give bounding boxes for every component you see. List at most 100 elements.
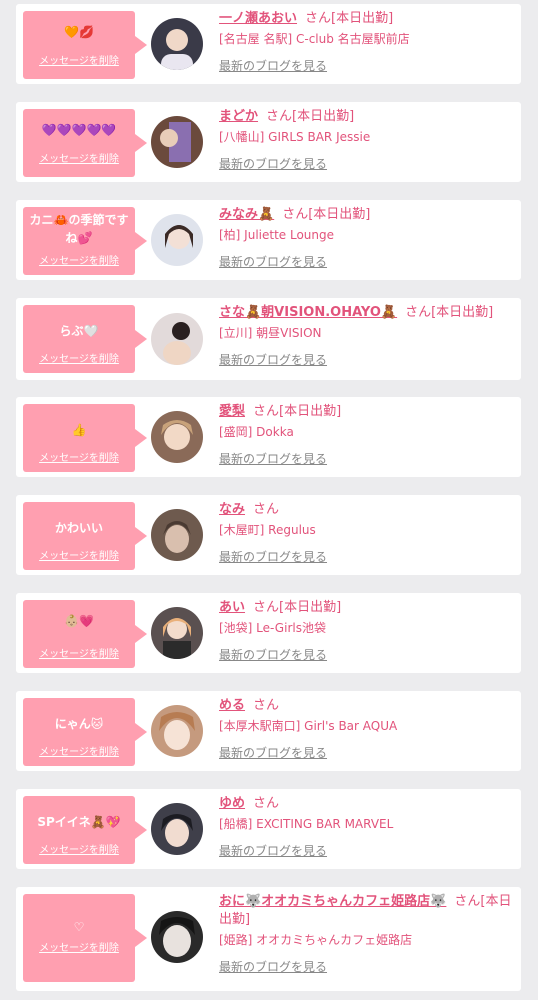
girl-name-link[interactable]: 一ノ瀬あおい xyxy=(219,11,297,26)
message-text: ♡ xyxy=(73,920,85,934)
avatar[interactable] xyxy=(151,411,203,463)
honorific: さん xyxy=(305,11,332,26)
avatar-image xyxy=(151,18,203,70)
avatar-image xyxy=(151,116,203,168)
item-info: あい さん[本日出勤] [池袋] Le-Girls池袋 最新のブログを見る xyxy=(219,599,513,664)
delete-message-link[interactable]: メッセージを削除 xyxy=(23,52,135,67)
girl-name-link[interactable]: ゆめ xyxy=(219,796,245,811)
avatar[interactable] xyxy=(151,214,203,266)
shop-name: [八幡山] GIRLS BAR Jessie xyxy=(219,130,371,144)
girl-name-link[interactable]: あい xyxy=(219,600,245,615)
avatar[interactable] xyxy=(151,911,203,963)
message-bubble: かわいい メッセージを削除 xyxy=(23,502,147,570)
avatar[interactable] xyxy=(151,803,203,855)
shop-name: [名古屋 名駅] C-club 名古屋駅前店 xyxy=(219,32,410,46)
message-text: カニ🦀の季節ですね💕 xyxy=(29,213,129,245)
message-text: 👍 xyxy=(71,423,87,437)
honorific: さん xyxy=(253,796,280,811)
latest-blog-link[interactable]: 最新のブログを見る xyxy=(219,744,513,762)
status-badge: [本日出勤] xyxy=(279,600,342,615)
avatar[interactable] xyxy=(151,705,203,757)
latest-blog-link[interactable]: 最新のブログを見る xyxy=(219,351,513,369)
avatar-image xyxy=(151,313,203,365)
girl-name-link[interactable]: さな🧸朝VISION.OHAYO🧸 xyxy=(219,305,397,320)
honorific: さん xyxy=(253,502,280,517)
avatar-image xyxy=(151,411,203,463)
avatar[interactable] xyxy=(151,607,203,659)
list-item: ♡ メッセージを削除 おに🐺オオカミちゃんカフェ姫路店🐺 さん[本日出勤] [姫路… xyxy=(16,887,521,991)
latest-blog-link[interactable]: 最新のブログを見る xyxy=(219,253,513,271)
girl-name-link[interactable]: なみ xyxy=(219,502,245,517)
avatar-image xyxy=(151,803,203,855)
delete-message-link[interactable]: メッセージを削除 xyxy=(23,252,135,267)
delete-message-link[interactable]: メッセージを削除 xyxy=(23,350,135,365)
status-badge: [本日出勤] xyxy=(331,11,394,26)
item-info: ゆめ さん [船橋] EXCITING BAR MARVEL 最新のブログを見る xyxy=(219,795,513,860)
girl-name-link[interactable]: おに🐺オオカミちゃんカフェ姫路店🐺 xyxy=(219,894,446,909)
girl-name-link[interactable]: める xyxy=(219,698,245,713)
honorific: さん xyxy=(253,404,280,419)
honorific: さん xyxy=(253,600,280,615)
delete-message-link[interactable]: メッセージを削除 xyxy=(23,841,135,856)
list-item: 🧡💋 メッセージを削除 一ノ瀬あおい さん[本日出勤] [名古屋 名駅] C-cl… xyxy=(16,4,521,84)
girl-name-link[interactable]: 愛梨 xyxy=(219,404,245,419)
message-text: 🧡💋 xyxy=(64,25,94,39)
item-info: さな🧸朝VISION.OHAYO🧸 さん[本日出勤] [立川] 朝昼VISION … xyxy=(219,304,513,369)
list-item: カニ🦀の季節ですね💕 メッセージを削除 みなみ🧸 さん[本日出勤] [柏] Jul… xyxy=(16,200,521,280)
item-info: まどか さん[本日出勤] [八幡山] GIRLS BAR Jessie 最新のブロ… xyxy=(219,108,513,173)
latest-blog-link[interactable]: 最新のブログを見る xyxy=(219,155,513,173)
status-badge: [本日出勤] xyxy=(308,207,371,222)
item-info: 愛梨 さん[本日出勤] [盛岡] Dokka 最新のブログを見る xyxy=(219,403,513,468)
shop-name: [盛岡] Dokka xyxy=(219,425,294,439)
avatar[interactable] xyxy=(151,116,203,168)
avatar-image xyxy=(151,214,203,266)
shop-name: [姫路] オオカミちゃんカフェ姫路店 xyxy=(219,933,413,947)
delete-message-link[interactable]: メッセージを削除 xyxy=(23,449,135,464)
latest-blog-link[interactable]: 最新のブログを見る xyxy=(219,646,513,664)
item-info: なみ さん [木屋町] Regulus 最新のブログを見る xyxy=(219,501,513,566)
list-item: 👶🏼💗 メッセージを削除 あい さん[本日出勤] [池袋] Le-Girls池袋 … xyxy=(16,593,521,673)
girl-name-link[interactable]: まどか xyxy=(219,109,258,124)
list-item: らぶ🤍 メッセージを削除 さな🧸朝VISION.OHAYO🧸 さん[本日出勤] [… xyxy=(16,298,521,380)
status-badge: [本日出勤] xyxy=(292,109,355,124)
honorific: さん xyxy=(266,109,293,124)
message-bubble: 👶🏼💗 メッセージを削除 xyxy=(23,600,147,668)
avatar[interactable] xyxy=(151,18,203,70)
favorites-list: 🧡💋 メッセージを削除 一ノ瀬あおい さん[本日出勤] [名古屋 名駅] C-cl… xyxy=(0,0,538,1000)
latest-blog-link[interactable]: 最新のブログを見る xyxy=(219,842,513,860)
message-bubble: ♡ メッセージを削除 xyxy=(23,894,147,982)
message-bubble: らぶ🤍 メッセージを削除 xyxy=(23,305,147,373)
list-item: SPイイネ🧸💖 メッセージを削除 ゆめ さん [船橋] EXCITING BAR … xyxy=(16,789,521,869)
list-item: 💜💜💜💜💜 メッセージを削除 まどか さん[本日出勤] [八幡山] GIRLS B… xyxy=(16,102,521,182)
latest-blog-link[interactable]: 最新のブログを見る xyxy=(219,548,513,566)
shop-name: [本厚木駅南口] Girl's Bar AQUA xyxy=(219,719,398,733)
latest-blog-link[interactable]: 最新のブログを見る xyxy=(219,450,513,468)
item-info: おに🐺オオカミちゃんカフェ姫路店🐺 さん[本日出勤] [姫路] オオカミちゃんカフ… xyxy=(219,893,513,976)
girl-name-link[interactable]: みなみ🧸 xyxy=(219,207,274,222)
delete-message-link[interactable]: メッセージを削除 xyxy=(23,150,135,165)
honorific: さん xyxy=(282,207,309,222)
item-info: 一ノ瀬あおい さん[本日出勤] [名古屋 名駅] C-club 名古屋駅前店 最新… xyxy=(219,10,513,75)
avatar-image xyxy=(151,509,203,561)
avatar[interactable] xyxy=(151,313,203,365)
shop-name: [船橋] EXCITING BAR MARVEL xyxy=(219,817,394,831)
list-item: かわいい メッセージを削除 なみ さん [木屋町] Regulus 最新のブログを… xyxy=(16,495,521,575)
message-text: らぶ🤍 xyxy=(59,324,99,338)
message-bubble: にゃん🐱 メッセージを削除 xyxy=(23,698,147,766)
shop-name: [池袋] Le-Girls池袋 xyxy=(219,621,326,635)
delete-message-link[interactable]: メッセージを削除 xyxy=(23,645,135,660)
message-bubble: SPイイネ🧸💖 メッセージを削除 xyxy=(23,796,147,864)
delete-message-link[interactable]: メッセージを削除 xyxy=(23,743,135,758)
delete-message-link[interactable]: メッセージを削除 xyxy=(23,939,135,954)
item-info: みなみ🧸 さん[本日出勤] [柏] Juliette Lounge 最新のブログを… xyxy=(219,206,513,271)
avatar-image xyxy=(151,607,203,659)
message-text: 💜💜💜💜💜 xyxy=(41,123,117,137)
message-text: かわいい xyxy=(54,521,103,535)
message-bubble: 💜💜💜💜💜 メッセージを削除 xyxy=(23,109,147,177)
latest-blog-link[interactable]: 最新のブログを見る xyxy=(219,57,513,75)
status-badge: [本日出勤] xyxy=(431,305,494,320)
honorific: さん xyxy=(405,305,432,320)
latest-blog-link[interactable]: 最新のブログを見る xyxy=(219,958,513,976)
avatar[interactable] xyxy=(151,509,203,561)
delete-message-link[interactable]: メッセージを削除 xyxy=(23,547,135,562)
